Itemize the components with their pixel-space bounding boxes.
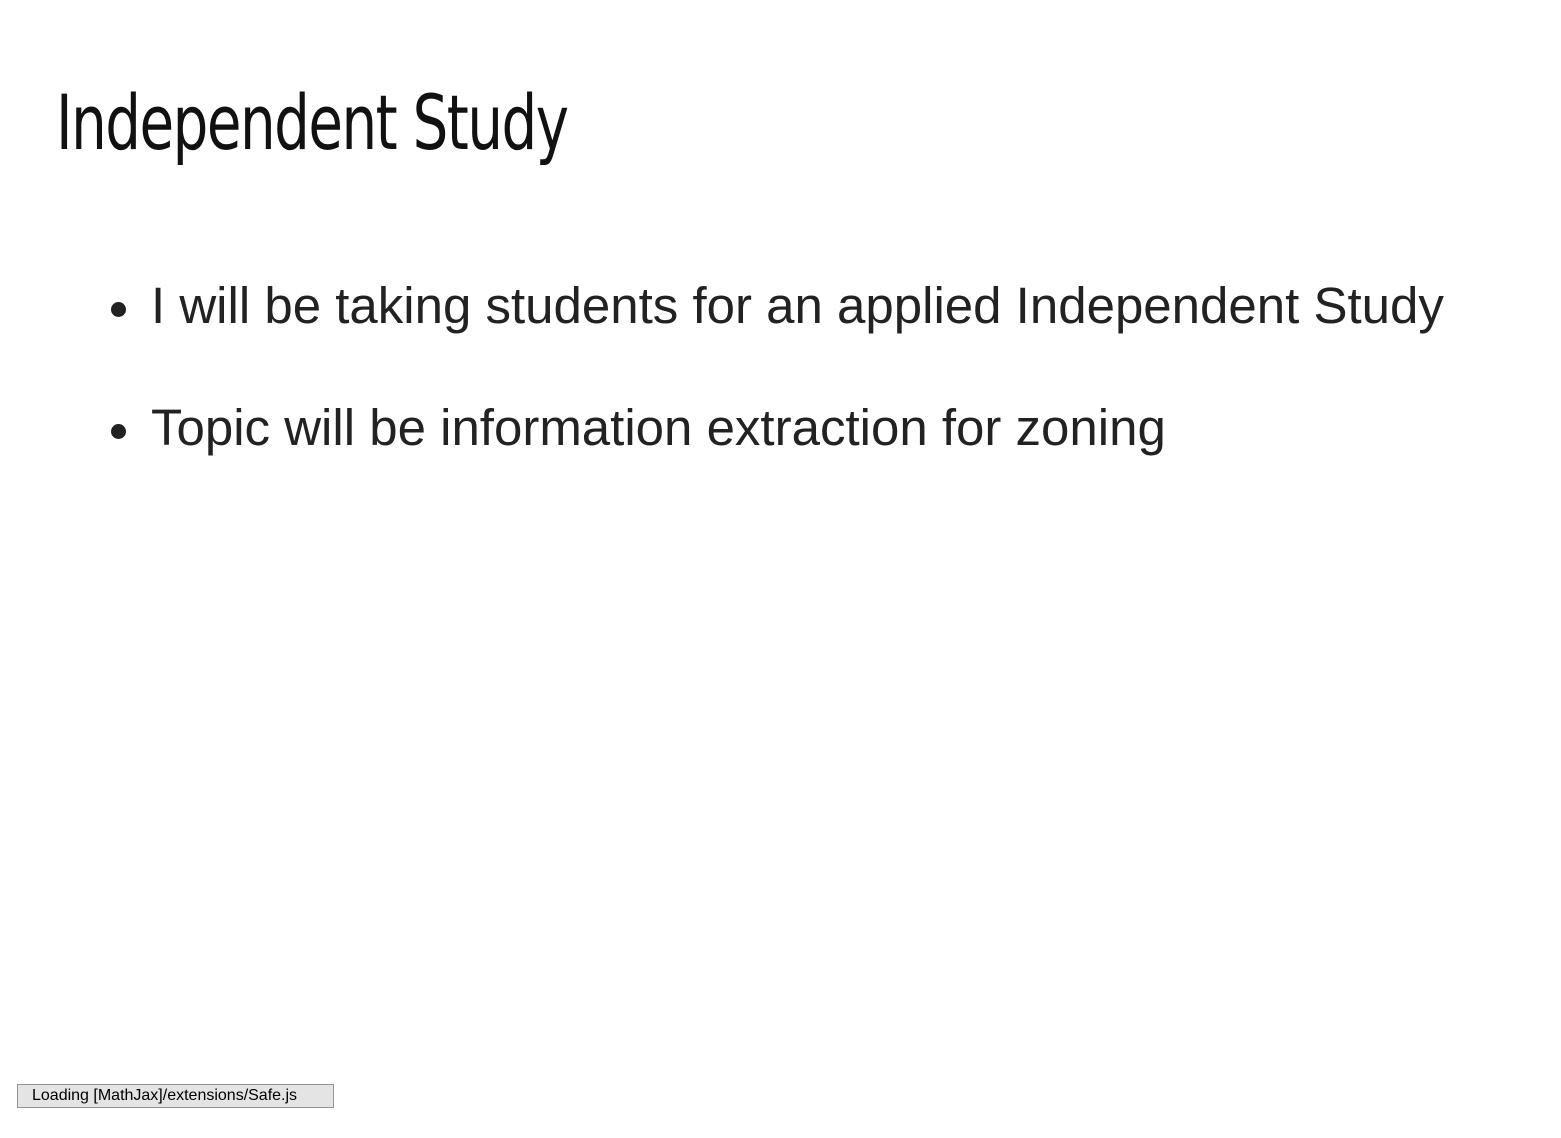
bullet-item: Topic will be information extraction for… [100,392,1444,514]
bullet-list: I will be taking students for an applied… [100,270,1444,514]
bullet-dot-icon [111,302,126,317]
bullet-text: Topic will be information extraction for… [151,399,1166,456]
mathjax-loading-status: Loading [MathJax]/extensions/Safe.js [17,1084,334,1108]
slide: Independent Study I will be taking stude… [0,0,1561,1138]
bullet-item: I will be taking students for an applied… [100,270,1444,392]
slide-title: Independent Study [56,78,569,167]
bullet-text: I will be taking students for an applied… [151,277,1444,334]
bullet-dot-icon [111,424,126,439]
